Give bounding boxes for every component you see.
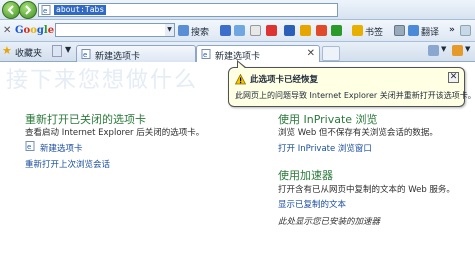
tab-new-1[interactable]: e 新建选项卡 bbox=[76, 45, 196, 62]
bookmarks-button[interactable]: 书签 bbox=[365, 25, 383, 38]
ie-page-icon: e bbox=[41, 5, 51, 15]
toolbar-icon-c[interactable] bbox=[250, 25, 261, 36]
tab-new-2[interactable]: e 新建选项卡 ✕ bbox=[196, 45, 320, 63]
accelerator-description: 打开含有已从网页中复制的文本的 Web 服务。 bbox=[278, 185, 455, 195]
translate-icon[interactable] bbox=[408, 25, 419, 36]
url-text: about:Tabs bbox=[54, 5, 107, 15]
search-dropdown-icon[interactable]: ▼ bbox=[165, 24, 174, 36]
home-icon[interactable] bbox=[428, 45, 439, 56]
balloon-title: 此选项卡已经恢复 bbox=[250, 75, 319, 85]
toolbar-icon-f[interactable] bbox=[316, 25, 327, 36]
inprivate-link[interactable]: 打开 InPrivate 浏览窗口 bbox=[278, 142, 372, 154]
toolbar-icon-b[interactable] bbox=[234, 25, 245, 36]
wrench-icon[interactable] bbox=[460, 25, 471, 36]
reopen-tab-link[interactable]: 新建选项卡 bbox=[40, 142, 83, 154]
tab-row: ★ 收藏夹 ▼ e 新建选项卡 e 新建选项卡 ✕ ▼ ▼ bbox=[0, 42, 475, 63]
tab-page-icon: e bbox=[81, 49, 91, 59]
toolbar-icon-a[interactable] bbox=[220, 25, 231, 36]
bookmarks-star-icon[interactable] bbox=[352, 25, 363, 36]
close-toolbar-icon[interactable]: ✕ bbox=[3, 25, 11, 36]
favorites-star-icon: ★ bbox=[2, 44, 12, 57]
back-button[interactable] bbox=[2, 1, 20, 19]
address-bar: e about:Tabs bbox=[0, 0, 475, 20]
forward-arrow-icon bbox=[25, 5, 32, 15]
toolbar-icon-g[interactable] bbox=[331, 25, 342, 36]
tab-recovered-balloon: 此选项卡已经恢复 此网页上的问题导致 Internet Explorer 关闭并… bbox=[228, 60, 475, 107]
svg-text:e: e bbox=[27, 143, 31, 151]
new-tab-button[interactable] bbox=[322, 46, 340, 61]
inprivate-heading: 使用 InPrivate 浏览 bbox=[278, 113, 378, 126]
url-field[interactable]: e about:Tabs bbox=[38, 3, 338, 17]
tab-list-icon[interactable]: ▼ bbox=[65, 45, 71, 54]
toolbar-icon-e[interactable] bbox=[300, 25, 311, 36]
balloon-pointer-fill bbox=[238, 62, 246, 69]
balloon-message: 此网页上的问题导致 Internet Explorer 关闭并重新打开该选项卡。 bbox=[235, 91, 475, 100]
gmail-icon[interactable] bbox=[266, 25, 277, 36]
more-chevron-icon[interactable]: » bbox=[449, 25, 455, 35]
show-copied-text-link[interactable]: 显示已复制的文本 bbox=[278, 198, 346, 210]
tab-close-icon[interactable]: ✕ bbox=[307, 48, 315, 59]
accelerator-heading: 使用加速器 bbox=[278, 169, 333, 182]
tab-page-icon: e bbox=[201, 49, 211, 59]
google-logo: Google bbox=[15, 25, 55, 36]
forward-button[interactable] bbox=[19, 1, 37, 19]
quick-tabs-icon[interactable] bbox=[52, 45, 62, 57]
balloon-close-icon[interactable]: ✕ bbox=[448, 72, 459, 83]
favorites-label: 收藏夹 bbox=[15, 49, 43, 59]
toolbar-icon-h[interactable] bbox=[394, 25, 405, 36]
translate-button[interactable]: 翻译 bbox=[421, 25, 439, 38]
google-search-input[interactable]: ▼ bbox=[55, 23, 175, 37]
page-watermark-title: 接下来您想做什么 bbox=[6, 68, 199, 93]
tab-title: 新建选项卡 bbox=[95, 52, 141, 62]
ie-page-icon: e bbox=[25, 141, 35, 151]
feeds-dropdown-icon[interactable]: ▼ bbox=[465, 45, 470, 53]
feeds-icon[interactable] bbox=[452, 45, 463, 56]
reopen-description: 查看启动 Internet Explorer 后关闭的选项卡。 bbox=[25, 128, 205, 138]
search-engine-icon[interactable] bbox=[178, 25, 189, 36]
favorites-button[interactable]: ★ 收藏夹 bbox=[2, 44, 50, 59]
svg-text:e: e bbox=[203, 51, 207, 59]
back-arrow-icon bbox=[7, 5, 14, 15]
toolbar-icon-d[interactable] bbox=[284, 25, 295, 36]
search-button[interactable]: 搜索 bbox=[191, 25, 209, 38]
reopen-heading: 重新打开已关闭的选项卡 bbox=[25, 113, 146, 126]
reopen-session-link[interactable]: 重新打开上次浏览会话 bbox=[25, 158, 110, 170]
inprivate-description: 浏览 Web 但不保存有关浏览会话的数据。 bbox=[278, 128, 438, 138]
accelerator-note: 此处显示您已安装的加速器 bbox=[278, 217, 381, 227]
svg-text:e: e bbox=[43, 7, 47, 15]
warning-icon bbox=[235, 74, 246, 85]
svg-text:e: e bbox=[83, 51, 87, 59]
home-dropdown-icon[interactable]: ▼ bbox=[441, 45, 446, 53]
google-toolbar: ✕ Google ▼ 搜索 书签 翻译 » bbox=[0, 20, 475, 42]
